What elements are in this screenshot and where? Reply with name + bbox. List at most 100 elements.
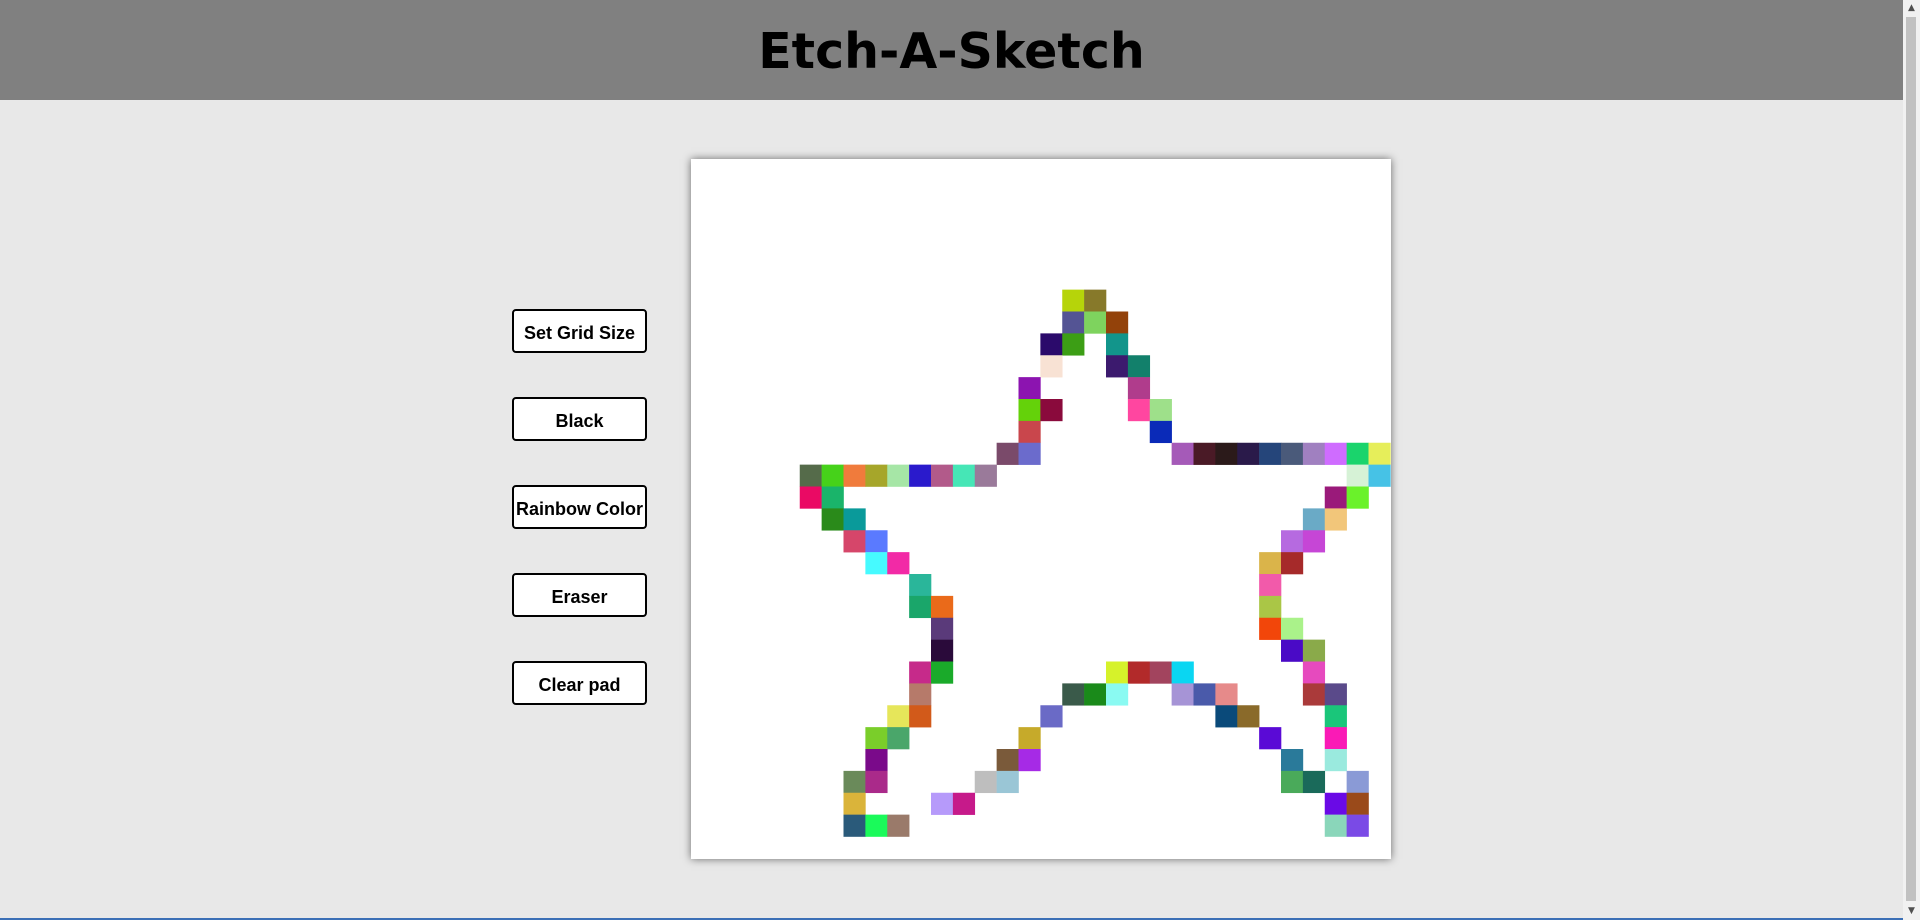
grid-cell[interactable] bbox=[865, 464, 888, 487]
grid-cell[interactable] bbox=[1215, 705, 1238, 728]
sketch-pad[interactable] bbox=[691, 159, 1391, 859]
grid-cell[interactable] bbox=[1106, 333, 1129, 356]
sketch-grid[interactable] bbox=[691, 159, 1391, 859]
grid-cell[interactable] bbox=[909, 464, 932, 487]
grid-cell[interactable] bbox=[1040, 705, 1063, 728]
grid-cell[interactable] bbox=[1149, 661, 1172, 684]
grid-cell[interactable] bbox=[887, 814, 910, 837]
grid-cell[interactable] bbox=[974, 464, 997, 487]
grid-cell[interactable] bbox=[1018, 420, 1041, 444]
grid-cell[interactable] bbox=[1040, 355, 1063, 378]
grid-cell[interactable] bbox=[974, 770, 997, 794]
grid-cell[interactable] bbox=[1237, 705, 1260, 728]
grid-cell[interactable] bbox=[931, 661, 954, 684]
grid-cell[interactable] bbox=[1302, 442, 1326, 465]
grid-cell[interactable] bbox=[1171, 661, 1194, 684]
grid-cell[interactable] bbox=[996, 749, 1019, 772]
set-grid-size-button[interactable]: Set Grid Size bbox=[512, 309, 647, 353]
grid-cell[interactable] bbox=[1127, 355, 1151, 378]
grid-cell[interactable] bbox=[887, 552, 910, 575]
grid-cell[interactable] bbox=[1324, 486, 1347, 509]
grid-cell[interactable] bbox=[909, 574, 932, 597]
vertical-scrollbar[interactable]: ▲ ▼ bbox=[1903, 0, 1920, 920]
grid-cell[interactable] bbox=[843, 792, 866, 815]
grid-cell[interactable] bbox=[1346, 770, 1369, 794]
grid-cell[interactable] bbox=[1259, 595, 1282, 619]
grid-cell[interactable] bbox=[1259, 442, 1282, 465]
grid-cell[interactable] bbox=[887, 705, 910, 728]
grid-cell[interactable] bbox=[1324, 727, 1347, 750]
grid-cell[interactable] bbox=[1259, 727, 1282, 750]
grid-cell[interactable] bbox=[1237, 442, 1260, 465]
grid-cell[interactable] bbox=[952, 792, 976, 815]
grid-cell[interactable] bbox=[1281, 552, 1304, 575]
scroll-up-arrow-icon[interactable]: ▲ bbox=[1903, 0, 1920, 17]
grid-cell[interactable] bbox=[1084, 311, 1107, 334]
grid-cell[interactable] bbox=[1127, 377, 1151, 400]
scrollbar-thumb[interactable] bbox=[1906, 17, 1916, 901]
grid-cell[interactable] bbox=[821, 464, 844, 487]
grid-cell[interactable] bbox=[909, 595, 932, 619]
grid-cell[interactable] bbox=[1324, 705, 1347, 728]
grid-cell[interactable] bbox=[1018, 749, 1041, 772]
grid-cell[interactable] bbox=[1302, 508, 1326, 531]
grid-cell[interactable] bbox=[1281, 639, 1304, 662]
grid-cell[interactable] bbox=[931, 617, 954, 640]
grid-cell[interactable] bbox=[1281, 749, 1304, 772]
grid-cell[interactable] bbox=[1062, 311, 1085, 334]
grid-cell[interactable] bbox=[931, 792, 954, 815]
grid-cell[interactable] bbox=[1040, 333, 1063, 356]
grid-cell[interactable] bbox=[1324, 508, 1347, 531]
grid-cell[interactable] bbox=[1324, 442, 1347, 465]
grid-cell[interactable] bbox=[865, 727, 888, 750]
grid-cell[interactable] bbox=[865, 552, 888, 575]
grid-cell[interactable] bbox=[799, 464, 822, 487]
rainbow-color-button[interactable]: Rainbow Color bbox=[512, 485, 647, 529]
grid-cell[interactable] bbox=[1215, 442, 1238, 465]
grid-cell[interactable] bbox=[1302, 639, 1326, 662]
grid-cell[interactable] bbox=[1127, 661, 1151, 684]
scroll-down-arrow-icon[interactable]: ▼ bbox=[1903, 903, 1920, 920]
grid-cell[interactable] bbox=[1040, 399, 1063, 422]
grid-cell[interactable] bbox=[952, 464, 976, 487]
grid-cell[interactable] bbox=[887, 727, 910, 750]
grid-cell[interactable] bbox=[843, 508, 866, 531]
grid-cell[interactable] bbox=[909, 661, 932, 684]
grid-cell[interactable] bbox=[865, 770, 888, 794]
grid-cell[interactable] bbox=[1281, 442, 1304, 465]
grid-cell[interactable] bbox=[931, 464, 954, 487]
grid-cell[interactable] bbox=[1368, 464, 1391, 487]
clear-pad-button[interactable]: Clear pad bbox=[512, 661, 647, 705]
grid-cell[interactable] bbox=[865, 749, 888, 772]
grid-cell[interactable] bbox=[996, 770, 1019, 794]
grid-cell[interactable] bbox=[1346, 792, 1369, 815]
grid-cell[interactable] bbox=[1084, 289, 1107, 312]
grid-cell[interactable] bbox=[865, 814, 888, 837]
grid-cell[interactable] bbox=[1018, 399, 1041, 422]
grid-cell[interactable] bbox=[1324, 814, 1347, 837]
grid-cell[interactable] bbox=[1171, 683, 1194, 706]
grid-cell[interactable] bbox=[1281, 530, 1304, 553]
grid-cell[interactable] bbox=[1324, 792, 1347, 815]
grid-cell[interactable] bbox=[1215, 683, 1238, 706]
grid-cell[interactable] bbox=[843, 814, 866, 837]
grid-cell[interactable] bbox=[1302, 530, 1326, 553]
eraser-button[interactable]: Eraser bbox=[512, 573, 647, 617]
grid-cell[interactable] bbox=[1106, 683, 1129, 706]
grid-cell[interactable] bbox=[1127, 399, 1151, 422]
grid-cell[interactable] bbox=[843, 464, 866, 487]
grid-cell[interactable] bbox=[1106, 311, 1129, 334]
grid-cell[interactable] bbox=[1018, 727, 1041, 750]
grid-cell[interactable] bbox=[931, 639, 954, 662]
grid-cell[interactable] bbox=[1302, 770, 1326, 794]
grid-cell[interactable] bbox=[1062, 289, 1085, 312]
black-button[interactable]: Black bbox=[512, 397, 647, 441]
grid-cell[interactable] bbox=[1062, 683, 1085, 706]
grid-cell[interactable] bbox=[1193, 442, 1216, 465]
grid-cell[interactable] bbox=[1259, 617, 1282, 640]
grid-cell[interactable] bbox=[1149, 399, 1172, 422]
grid-cell[interactable] bbox=[1368, 442, 1391, 465]
grid-cell[interactable] bbox=[1346, 814, 1369, 837]
grid-cell[interactable] bbox=[843, 770, 866, 794]
grid-cell[interactable] bbox=[887, 464, 910, 487]
